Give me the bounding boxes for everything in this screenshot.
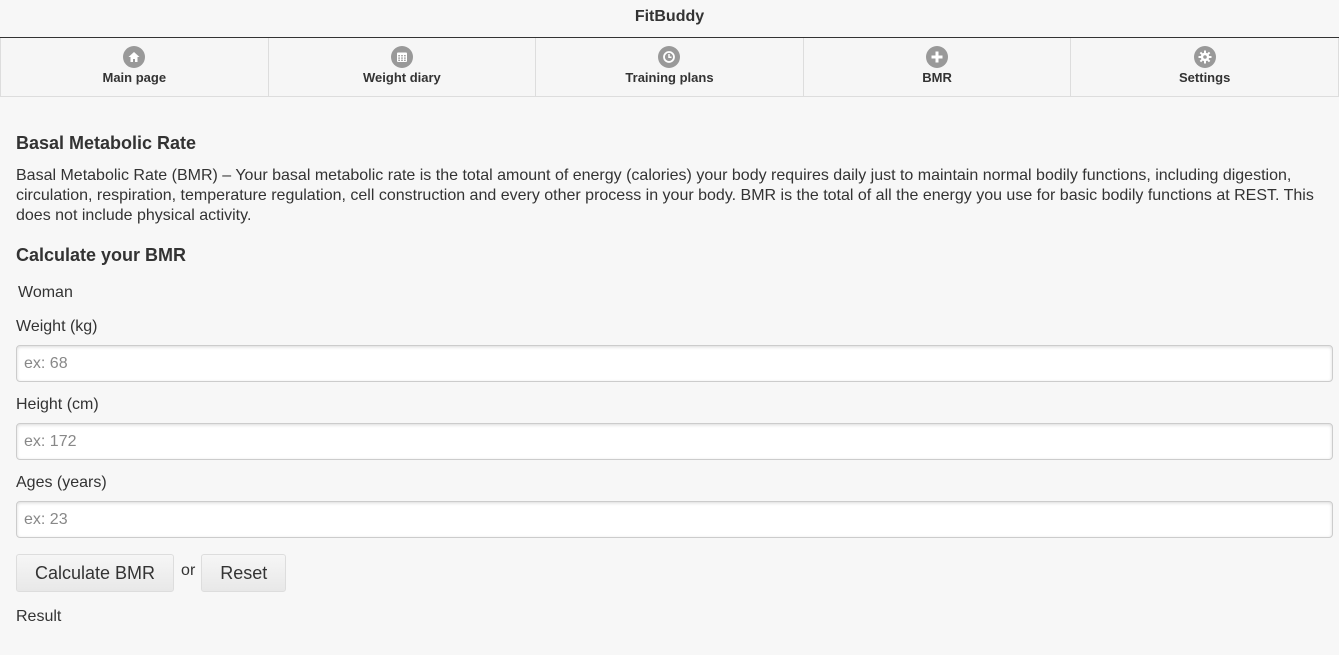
height-input[interactable] — [16, 423, 1333, 460]
age-label: Ages (years) — [16, 474, 107, 491]
calendar-icon — [390, 46, 413, 68]
clock-icon — [658, 46, 681, 68]
gear-icon — [1193, 46, 1216, 68]
nav-item-main-page[interactable]: Main page — [0, 38, 268, 96]
nav-item-bmr[interactable]: BMR — [802, 38, 1071, 96]
result-label: Result — [16, 608, 62, 625]
reset-button[interactable]: Reset — [201, 554, 287, 592]
nav-label-bmr: BMR — [922, 70, 952, 85]
nav-item-training-plans[interactable]: Training plans — [535, 38, 803, 96]
main-content: Basal Metabolic Rate Basal Metabolic Rat… — [0, 133, 1339, 626]
page-title: Basal Metabolic Rate — [16, 133, 197, 153]
app-title: FitBuddy — [634, 8, 705, 25]
nav-item-settings[interactable]: Settings — [1070, 38, 1339, 96]
calculate-heading: Calculate your BMR — [16, 245, 187, 265]
or-text: or — [181, 562, 196, 579]
weight-label: Weight (kg) — [16, 318, 98, 335]
nav-item-weight-diary[interactable]: Weight diary — [267, 38, 536, 96]
home-icon — [123, 46, 146, 68]
height-label: Height (cm) — [16, 396, 99, 413]
nav-label-settings: Settings — [1179, 70, 1231, 85]
plus-icon — [926, 46, 949, 68]
nav-label-main-page: Main page — [102, 70, 167, 85]
app-header: FitBuddy — [0, 0, 1339, 38]
nav-bar: Main page Weight diary Training plans BM… — [0, 38, 1339, 97]
calculate-bmr-button[interactable]: Calculate BMR — [16, 554, 175, 592]
gender-value: Woman — [18, 284, 73, 301]
nav-label-training-plans: Training plans — [625, 70, 714, 85]
weight-input[interactable] — [16, 345, 1333, 382]
bmr-description: Basal Metabolic Rate (BMR) – Your basal … — [16, 167, 1314, 224]
nav-label-weight-diary: Weight diary — [363, 70, 441, 85]
button-row: Calculate BMR or Reset — [16, 554, 1332, 592]
age-input[interactable] — [16, 501, 1333, 538]
